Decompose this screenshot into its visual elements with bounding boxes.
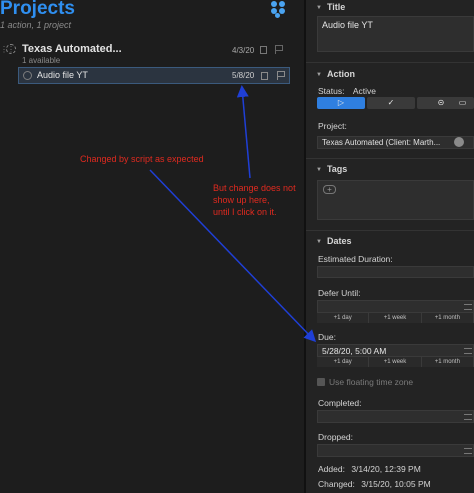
task-due-date: 5/8/20 bbox=[232, 71, 255, 80]
due-value: 5/28/20, 5:00 AM bbox=[322, 346, 387, 356]
perspective-title: Projects bbox=[0, 0, 75, 19]
project-due-date: 4/3/20 bbox=[232, 46, 255, 55]
perspective-subtitle: 1 action, 1 project bbox=[0, 20, 72, 30]
action-section-header[interactable]: Action bbox=[316, 69, 355, 79]
status-completed-button[interactable]: ✓ bbox=[367, 97, 415, 109]
project-status-icon[interactable] bbox=[6, 44, 16, 54]
floating-time-zone-label: Use floating time zone bbox=[329, 377, 414, 387]
flag-icon[interactable] bbox=[277, 71, 285, 80]
more-options-icon[interactable] bbox=[454, 137, 464, 147]
annotation-line: until I click on it. bbox=[213, 207, 277, 217]
defer-plus-day-button[interactable]: +1 day bbox=[317, 313, 370, 323]
note-icon[interactable] bbox=[261, 72, 268, 80]
projects-perspective-icon bbox=[271, 1, 291, 19]
status-active-button[interactable]: ▷ bbox=[317, 97, 365, 109]
inspector-pane: Title Audio file YT Action Status: Activ… bbox=[306, 0, 474, 493]
defer-quick-buttons: +1 day +1 week +1 month bbox=[317, 313, 474, 323]
status-label-text: Status: bbox=[318, 86, 345, 96]
project-label: Project: bbox=[318, 121, 347, 131]
title-section-header[interactable]: Title bbox=[316, 2, 345, 12]
added-label: Added: bbox=[318, 464, 345, 474]
divider bbox=[306, 62, 474, 63]
checkmark-icon: ✓ bbox=[387, 98, 395, 107]
date-picker-icon[interactable] bbox=[464, 348, 472, 354]
changed-value: 3/15/20, 10:05 PM bbox=[361, 479, 431, 489]
added-value: 3/14/20, 12:39 PM bbox=[351, 464, 421, 474]
divider bbox=[306, 230, 474, 231]
annotation-line: show up here, bbox=[213, 195, 270, 205]
flag-icon[interactable] bbox=[275, 45, 283, 54]
project-available-count: 1 available bbox=[22, 56, 61, 65]
status-value: Active bbox=[352, 86, 376, 96]
project-row[interactable]: ⋮⋮ Texas Automated... 1 available 4/3/20 bbox=[0, 40, 293, 65]
project-name: Texas Automated... bbox=[22, 43, 122, 55]
dates-section-header[interactable]: Dates bbox=[316, 236, 352, 246]
due-plus-day-button[interactable]: +1 day bbox=[317, 357, 370, 367]
date-picker-icon[interactable] bbox=[464, 448, 472, 454]
title-field[interactable]: Audio file YT bbox=[317, 16, 474, 52]
play-icon: ▷ bbox=[337, 98, 345, 107]
date-picker-icon[interactable] bbox=[464, 414, 472, 420]
project-field[interactable]: Texas Automated (Client: Marth... bbox=[317, 136, 474, 149]
floating-time-zone-checkbox[interactable] bbox=[317, 378, 325, 386]
due-plus-week-button[interactable]: +1 week bbox=[369, 357, 422, 367]
tags-field[interactable]: + bbox=[317, 180, 474, 220]
estimated-duration-field[interactable] bbox=[317, 266, 474, 278]
completed-label: Completed: bbox=[318, 398, 362, 408]
annotation-note-script: Changed by script as expected bbox=[80, 154, 204, 164]
date-picker-icon[interactable] bbox=[464, 304, 472, 310]
due-plus-month-button[interactable]: +1 month bbox=[421, 357, 474, 367]
divider bbox=[306, 158, 474, 159]
projects-pane: Projects 1 action, 1 project ⋮⋮ Texas Au… bbox=[0, 0, 304, 493]
tags-section-header[interactable]: Tags bbox=[316, 164, 347, 174]
add-tag-icon[interactable]: + bbox=[323, 185, 336, 194]
status-label: Status: Active bbox=[318, 86, 376, 96]
estimated-duration-label: Estimated Duration: bbox=[318, 254, 393, 264]
folder-icon: ▭ bbox=[458, 98, 467, 107]
changed-info: Changed: 3/15/20, 10:05 PM bbox=[318, 479, 431, 489]
added-info: Added: 3/14/20, 12:39 PM bbox=[318, 464, 421, 474]
floating-time-zone-option[interactable]: Use floating time zone bbox=[317, 377, 413, 387]
due-label: Due: bbox=[318, 332, 336, 342]
defer-plus-week-button[interactable]: +1 week bbox=[369, 313, 422, 323]
dropped-label: Dropped: bbox=[318, 432, 353, 442]
status-folder-button[interactable]: ▭ bbox=[451, 97, 474, 109]
due-field[interactable]: 5/28/20, 5:00 AM bbox=[317, 344, 474, 357]
defer-until-label: Defer Until: bbox=[318, 288, 361, 298]
defer-until-field[interactable] bbox=[317, 300, 474, 313]
dropped-field[interactable] bbox=[317, 444, 474, 457]
annotation-line: But change does not bbox=[213, 183, 296, 193]
task-name: Audio file YT bbox=[37, 70, 88, 80]
completed-field[interactable] bbox=[317, 410, 474, 423]
projects-header: Projects 1 action, 1 project bbox=[0, 0, 304, 37]
task-row[interactable]: Audio file YT 5/8/20 bbox=[18, 67, 290, 84]
due-quick-buttons: +1 day +1 week +1 month bbox=[317, 357, 474, 367]
task-checkbox[interactable] bbox=[23, 71, 32, 80]
note-icon[interactable] bbox=[260, 46, 267, 54]
defer-plus-month-button[interactable]: +1 month bbox=[421, 313, 474, 323]
changed-label: Changed: bbox=[318, 479, 355, 489]
annotation-note-not-updated: But change does not show up here, until … bbox=[213, 182, 296, 218]
